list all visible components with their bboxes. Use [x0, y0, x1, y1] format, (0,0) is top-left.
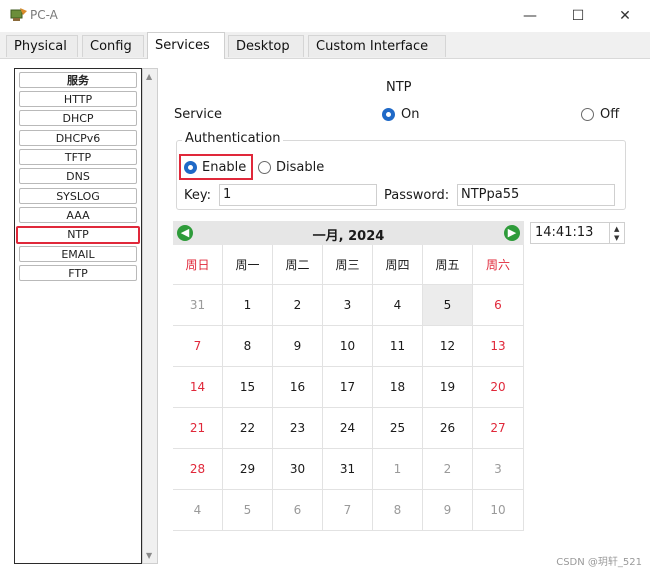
scroll-up-icon[interactable]: ▲ [146, 72, 152, 81]
calendar-day[interactable]: 9 [273, 326, 323, 367]
service-item-dhcpv6[interactable]: DHCPv6 [19, 130, 137, 146]
calendar-day[interactable]: 24 [323, 408, 373, 449]
calendar-day[interactable]: 19 [423, 367, 473, 408]
calendar-day[interactable]: 20 [473, 367, 524, 408]
calendar-day[interactable]: 25 [373, 408, 423, 449]
scroll-down-icon[interactable]: ▼ [146, 551, 152, 560]
service-item-email[interactable]: EMAIL [19, 246, 137, 262]
watermark: CSDN @玥轩_521 [556, 557, 642, 568]
tab-custom-interface[interactable]: Custom Interface [308, 35, 446, 57]
ntp-title: NTP [386, 80, 412, 95]
weekday-header: 周四 [373, 245, 423, 285]
maximize-button[interactable]: ☐ [560, 4, 596, 28]
calendar-day[interactable]: 11 [373, 326, 423, 367]
calendar-day[interactable]: 14 [173, 367, 223, 408]
weekday-header: 周二 [273, 245, 323, 285]
service-item-ntp[interactable]: NTP [16, 226, 140, 244]
calendar-day[interactable]: 31 [323, 449, 373, 490]
calendar-day[interactable]: 2 [273, 285, 323, 326]
calendar-day[interactable]: 3 [473, 449, 524, 490]
services-list-header: 服务 [19, 72, 137, 88]
authentication-legend: Authentication [182, 131, 284, 146]
tab-bar: Physical Config Services Desktop Custom … [0, 32, 650, 59]
calendar-day[interactable]: 18 [373, 367, 423, 408]
weekday-header: 周一 [223, 245, 273, 285]
app-icon [10, 8, 27, 21]
calendar-day[interactable]: 28 [173, 449, 223, 490]
service-item-http[interactable]: HTTP [19, 91, 137, 107]
password-label: Password: [384, 188, 450, 203]
password-input[interactable]: NTPpa55 [457, 184, 615, 206]
calendar-day[interactable]: 5 [223, 490, 273, 531]
calendar-day[interactable]: 5 [423, 285, 473, 326]
calendar-day[interactable]: 9 [423, 490, 473, 531]
calendar-day[interactable]: 8 [223, 326, 273, 367]
auth-enable-label: Enable [202, 160, 247, 175]
weekday-header: 周三 [323, 245, 373, 285]
calendar-day[interactable]: 10 [473, 490, 524, 531]
tab-config[interactable]: Config [82, 35, 144, 57]
service-on-label: On [401, 107, 420, 122]
service-label: Service [174, 107, 223, 122]
calendar-day[interactable]: 26 [423, 408, 473, 449]
calendar-month-title: 一月, 2024 [312, 229, 385, 244]
calendar-day[interactable]: 7 [323, 490, 373, 531]
calendar-day[interactable]: 3 [323, 285, 373, 326]
calendar-day[interactable]: 16 [273, 367, 323, 408]
calendar-day[interactable]: 31 [173, 285, 223, 326]
services-scrollbar[interactable]: ▲ ▼ [142, 68, 158, 564]
calendar-day[interactable]: 29 [223, 449, 273, 490]
tab-physical[interactable]: Physical [6, 35, 78, 57]
calendar-day[interactable]: 6 [473, 285, 524, 326]
calendar-header: ◀ 一月, 2024 ▶ [173, 221, 524, 245]
weekday-header: 周五 [423, 245, 473, 285]
calendar-day[interactable]: 4 [173, 490, 223, 531]
window-title: PC-A [30, 8, 58, 22]
spin-down-icon[interactable]: ▼ [614, 234, 619, 242]
calendar-day[interactable]: 1 [373, 449, 423, 490]
service-item-syslog[interactable]: SYSLOG [19, 188, 137, 204]
service-item-aaa[interactable]: AAA [19, 207, 137, 223]
auth-enable-radio[interactable] [184, 161, 197, 174]
calendar-day[interactable]: 13 [473, 326, 524, 367]
service-off-label: Off [600, 107, 620, 122]
calendar-day[interactable]: 17 [323, 367, 373, 408]
calendar-day[interactable]: 8 [373, 490, 423, 531]
calendar-day[interactable]: 6 [273, 490, 323, 531]
service-on-radio[interactable] [382, 108, 395, 121]
key-input[interactable]: 1 [219, 184, 377, 206]
spin-up-icon[interactable]: ▲ [614, 225, 619, 233]
auth-disable-label: Disable [276, 160, 325, 175]
service-item-tftp[interactable]: TFTP [19, 149, 137, 165]
close-button[interactable]: ✕ [607, 4, 643, 28]
calendar-day[interactable]: 23 [273, 408, 323, 449]
calendar-day[interactable]: 22 [223, 408, 273, 449]
service-item-dhcp[interactable]: DHCP [19, 110, 137, 126]
key-label: Key: [184, 188, 212, 203]
title-bar: PC-A — ☐ ✕ [0, 0, 650, 32]
weekday-header: 周六 [473, 245, 524, 285]
calendar-day[interactable]: 10 [323, 326, 373, 367]
calendar-day[interactable]: 15 [223, 367, 273, 408]
service-item-ftp[interactable]: FTP [19, 265, 137, 281]
services-list: 服务 HTTP DHCP DHCPv6 TFTP DNS SYSLOG AAA … [14, 68, 142, 564]
calendar-day[interactable]: 21 [173, 408, 223, 449]
time-spinner[interactable]: ▲ ▼ [609, 223, 625, 243]
minimize-button[interactable]: — [512, 4, 548, 28]
calendar-day[interactable]: 12 [423, 326, 473, 367]
calendar-day[interactable]: 1 [223, 285, 273, 326]
tab-services[interactable]: Services [147, 32, 225, 59]
auth-disable-radio[interactable] [258, 161, 271, 174]
calendar-day[interactable]: 7 [173, 326, 223, 367]
tab-desktop[interactable]: Desktop [228, 35, 304, 57]
calendar: ◀ 一月, 2024 ▶ 周日 周一 周二 周三 周四 周五 周六 31 1 2 3 4 5 6 7 8 9 10… [173, 221, 524, 533]
next-month-icon[interactable]: ▶ [504, 225, 520, 241]
calendar-day[interactable]: 2 [423, 449, 473, 490]
calendar-day[interactable]: 4 [373, 285, 423, 326]
service-off-radio[interactable] [581, 108, 594, 121]
calendar-day[interactable]: 30 [273, 449, 323, 490]
calendar-day[interactable]: 27 [473, 408, 524, 449]
service-item-dns[interactable]: DNS [19, 168, 137, 184]
weekday-header: 周日 [173, 245, 223, 285]
